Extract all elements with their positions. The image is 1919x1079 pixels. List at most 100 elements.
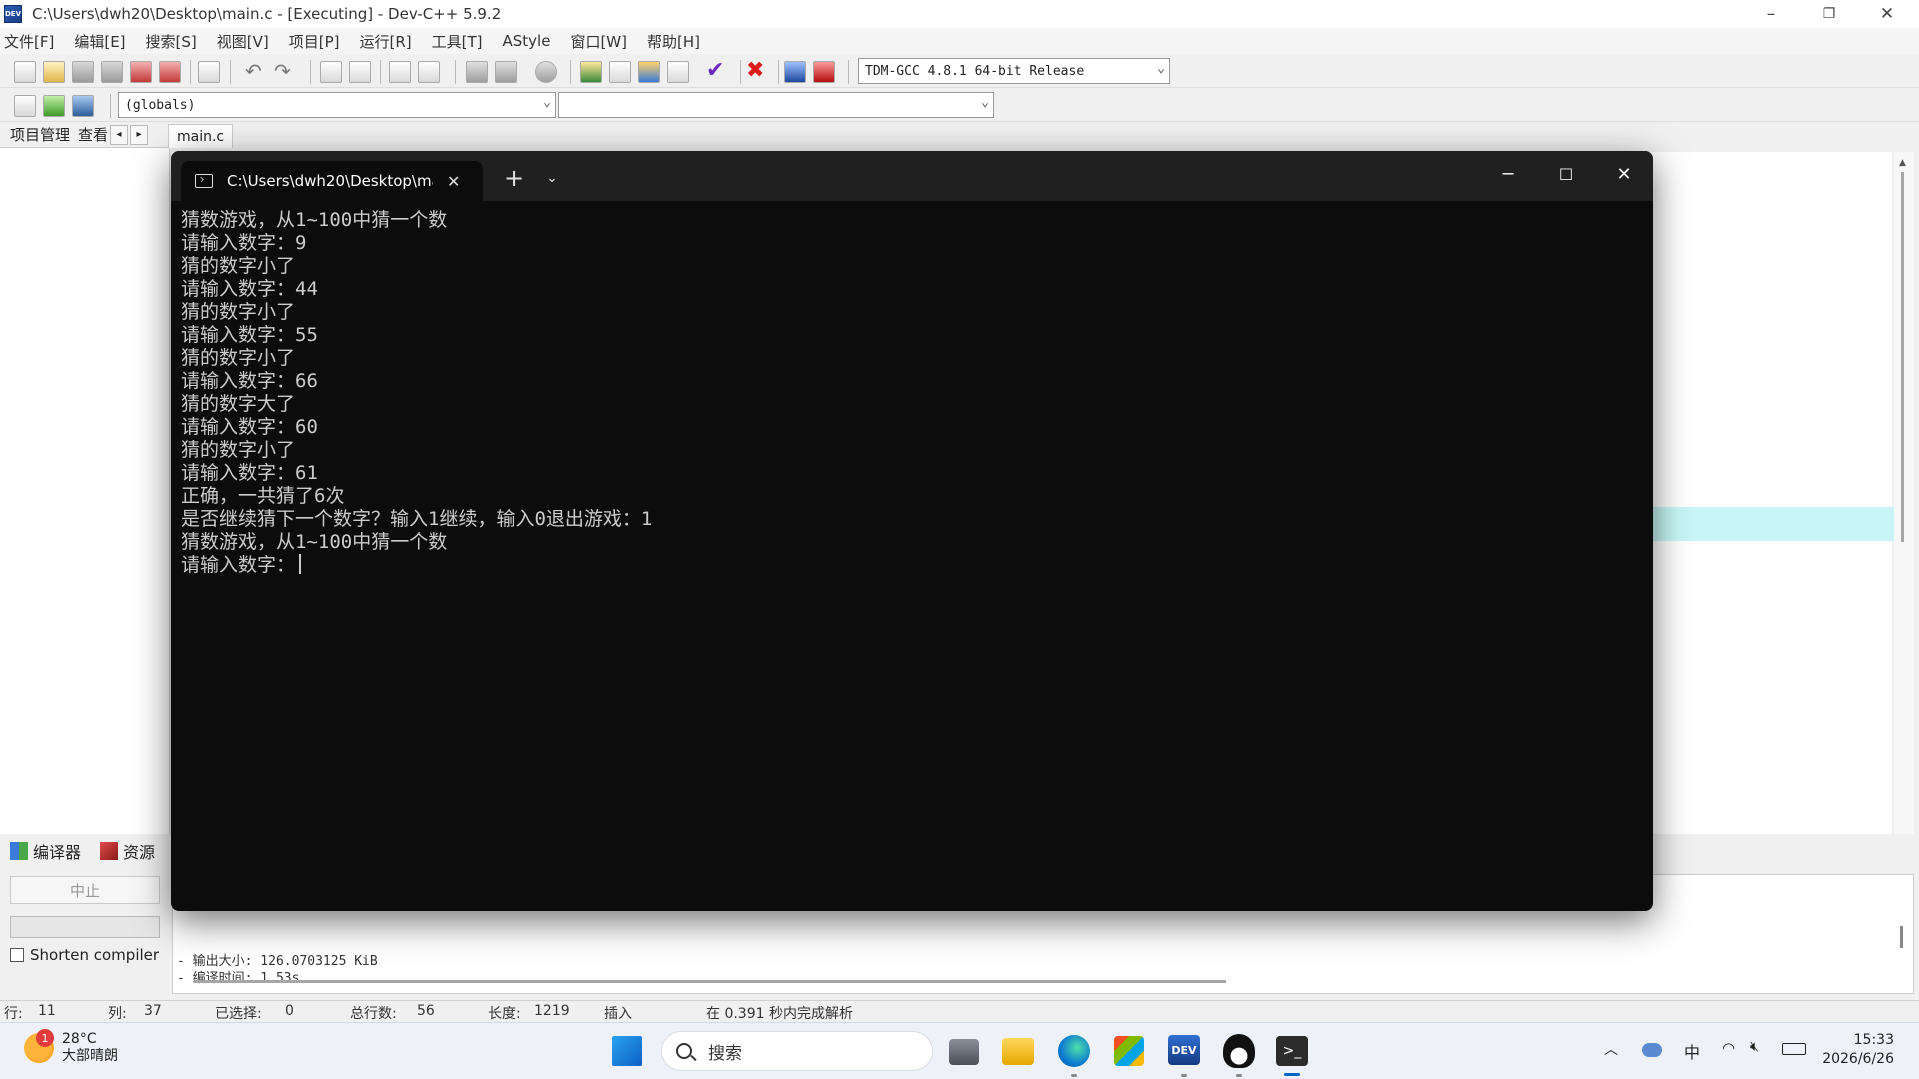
- active-app-indicator: [1284, 1073, 1300, 1076]
- compile-progress-bar: [10, 916, 160, 938]
- terminal-line: 正确，一共猜了6次: [181, 485, 345, 507]
- terminal-output[interactable]: 猜数游戏，从1~100中猜一个数 请输入数字：9 猜的数字小了 请输入数字：44…: [181, 209, 1641, 899]
- undo-icon[interactable]: ↶: [245, 61, 267, 83]
- unindent-icon[interactable]: [418, 61, 440, 83]
- menu-file[interactable]: 文件[F]: [4, 31, 54, 52]
- bookmark-icon[interactable]: [535, 61, 557, 83]
- windows-start-icon[interactable]: [612, 1036, 642, 1066]
- back-icon[interactable]: [466, 61, 488, 83]
- menu-edit[interactable]: 编辑[E]: [74, 31, 125, 52]
- weather-description: 大部晴朗: [62, 1048, 118, 1064]
- devcpp-taskbar-icon[interactable]: DEV: [1168, 1035, 1200, 1065]
- terminal-minimize-button[interactable]: ─: [1479, 151, 1537, 197]
- weather-widget[interactable]: 1 28°C 大部晴朗: [24, 1029, 118, 1065]
- terminal-close-button[interactable]: ✕: [1595, 151, 1653, 197]
- symbol-select[interactable]: ⌄: [558, 92, 994, 118]
- close-all-icon[interactable]: [159, 61, 181, 83]
- minimize-button[interactable]: –: [1742, 0, 1800, 28]
- stop-execution-icon[interactable]: ✖: [746, 60, 768, 83]
- goto-icon[interactable]: [14, 95, 36, 117]
- terminal-maximize-button[interactable]: ☐: [1537, 151, 1595, 197]
- terminal-tab[interactable]: C:\Users\dwh20\Desktop\main.c ✕: [181, 161, 483, 201]
- tab-view[interactable]: 查看: [76, 124, 108, 145]
- qq-icon[interactable]: [1223, 1034, 1255, 1068]
- scroll-up-icon[interactable]: ▲: [1899, 158, 1906, 168]
- terminal-input-line[interactable]: 请输入数字：: [181, 554, 1641, 577]
- onedrive-icon[interactable]: [1642, 1043, 1662, 1057]
- menu-project[interactable]: 项目[P]: [289, 31, 340, 52]
- project-panel-tabs: 项目管理 查看 ◂ ▸: [0, 122, 170, 148]
- find-icon[interactable]: [320, 61, 342, 83]
- wifi-icon[interactable]: ◠: [1722, 1039, 1735, 1057]
- window-title: C:\Users\dwh20\Desktop\main.c - [Executi…: [32, 5, 502, 23]
- volume-muted-icon[interactable]: 🔇︎: [1750, 1039, 1759, 1055]
- scroll-thumb[interactable]: [1901, 172, 1904, 542]
- shorten-checkbox[interactable]: [10, 948, 24, 962]
- layout-icon[interactable]: [638, 61, 660, 83]
- weather-sun-icon: 1: [24, 1029, 54, 1063]
- project-options-icon[interactable]: [609, 61, 631, 83]
- compiler-select[interactable]: TDM-GCC 4.8.1 64-bit Release ⌄: [858, 58, 1170, 84]
- system-clock[interactable]: 15:33 2026/6/26: [1822, 1031, 1894, 1069]
- project-panel: 项目管理 查看 ◂ ▸: [0, 122, 170, 834]
- menu-help[interactable]: 帮助[H]: [647, 31, 700, 52]
- status-col-label: 列:: [108, 1006, 127, 1022]
- toggle-bookmark-icon[interactable]: [72, 95, 94, 117]
- save-all-icon[interactable]: [101, 61, 123, 83]
- editor-tab-main[interactable]: main.c: [168, 124, 234, 148]
- tray-overflow-chevron-icon[interactable]: ︿: [1604, 1039, 1618, 1059]
- tab-scroll-left-icon[interactable]: ◂: [110, 124, 129, 145]
- new-tab-button[interactable]: +: [497, 163, 531, 193]
- open-file-icon[interactable]: [43, 61, 65, 83]
- terminal-line: 请输入数字：55: [181, 324, 318, 346]
- insert-icon[interactable]: [43, 95, 65, 117]
- new-file-icon[interactable]: [14, 61, 36, 83]
- tab-scroll-right-icon[interactable]: ▸: [130, 124, 149, 145]
- new-project-icon[interactable]: [580, 61, 602, 83]
- stop-compile-button[interactable]: 中止: [10, 876, 160, 904]
- menu-tools[interactable]: 工具[T]: [432, 31, 483, 52]
- task-view-icon[interactable]: [949, 1039, 979, 1065]
- tab-dropdown-button[interactable]: ⌄: [535, 163, 569, 193]
- menu-astyle[interactable]: AStyle: [503, 32, 551, 50]
- terminal-window: C:\Users\dwh20\Desktop\main.c ✕ + ⌄ ─ ☐ …: [171, 151, 1653, 911]
- tab-resources[interactable]: 资源: [100, 839, 155, 863]
- text-cursor: [299, 554, 302, 574]
- edge-browser-icon[interactable]: [1058, 1035, 1090, 1067]
- status-length-label: 长度:: [488, 1006, 521, 1022]
- grid-icon[interactable]: [667, 61, 689, 83]
- terminal-line: 请输入数字：61: [181, 462, 318, 484]
- indent-icon[interactable]: [389, 61, 411, 83]
- shorten-paths-option[interactable]: Shorten compiler pa: [10, 946, 162, 964]
- file-explorer-icon[interactable]: [1002, 1038, 1034, 1065]
- close-button[interactable]: ✕: [1858, 0, 1916, 28]
- check-syntax-icon[interactable]: ✔: [706, 60, 728, 83]
- menu-run[interactable]: 运行[R]: [359, 31, 411, 52]
- tab-compiler[interactable]: 编译器: [10, 839, 81, 863]
- log-horizontal-scrollbar[interactable]: [194, 980, 1226, 983]
- battery-icon[interactable]: [1782, 1043, 1806, 1055]
- log-vertical-scrollbar[interactable]: [1900, 926, 1903, 948]
- save-icon[interactable]: [72, 61, 94, 83]
- close-tab-icon[interactable]: ✕: [447, 172, 460, 191]
- terminal-line: 请输入数字：60: [181, 416, 318, 438]
- terminal-tab-title: C:\Users\dwh20\Desktop\main.c: [227, 172, 433, 190]
- restore-button[interactable]: ❐: [1800, 0, 1858, 28]
- taskbar-search[interactable]: 搜索: [661, 1031, 933, 1071]
- terminal-taskbar-icon[interactable]: >_: [1276, 1036, 1308, 1066]
- profile-chart-icon[interactable]: [784, 61, 806, 83]
- debug-icon[interactable]: [813, 61, 835, 83]
- redo-icon[interactable]: ↷: [274, 61, 296, 83]
- menu-search[interactable]: 搜索[S]: [146, 31, 197, 52]
- editor-scrollbar[interactable]: ▲: [1894, 152, 1914, 834]
- print-icon[interactable]: [198, 61, 220, 83]
- microsoft-store-icon[interactable]: [1114, 1036, 1144, 1066]
- scope-select[interactable]: (globals) ⌄: [118, 92, 556, 118]
- replace-icon[interactable]: [349, 61, 371, 83]
- menu-window[interactable]: 窗口[W]: [570, 31, 627, 52]
- forward-icon[interactable]: [495, 61, 517, 83]
- tab-project-manager[interactable]: 项目管理: [0, 124, 76, 145]
- ime-indicator[interactable]: 中: [1684, 1039, 1700, 1063]
- menu-view[interactable]: 视图[V]: [217, 31, 269, 52]
- close-file-icon[interactable]: [130, 61, 152, 83]
